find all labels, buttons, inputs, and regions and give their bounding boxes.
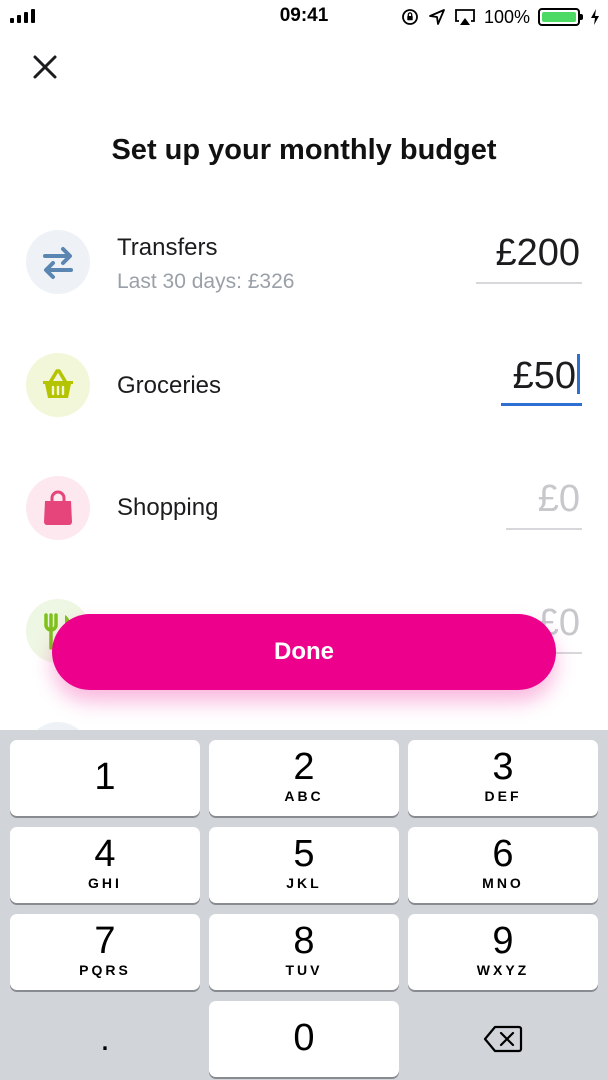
amount-underline-active <box>501 403 582 406</box>
shopping-icon-circle <box>26 476 90 540</box>
key-digit: 0 <box>293 1017 315 1059</box>
key-7[interactable]: 7 PQRS <box>10 914 200 990</box>
key-4[interactable]: 4 GHI <box>10 827 200 903</box>
key-digit: 8 <box>293 920 315 962</box>
shopping-bag-icon <box>44 490 72 525</box>
key-letters: MNO <box>482 875 524 891</box>
budget-row-groceries[interactable]: Groceries £50 <box>0 340 608 430</box>
groceries-icon-circle <box>26 353 90 417</box>
key-5[interactable]: 5 JKL <box>209 827 399 903</box>
key-letters: TUV <box>285 962 323 978</box>
key-digit: 3 <box>492 746 514 788</box>
basket-icon <box>43 369 73 398</box>
key-3[interactable]: 3 DEF <box>408 740 598 816</box>
amount-underline <box>506 528 582 530</box>
backspace-key[interactable] <box>408 1001 598 1077</box>
battery-icon <box>538 8 583 26</box>
key-letters: JKL <box>286 875 322 891</box>
key-letters: WXYZ <box>476 962 530 978</box>
key-digit: 4 <box>94 833 116 875</box>
key-digit: 7 <box>94 920 116 962</box>
close-button[interactable] <box>28 50 62 84</box>
battery-percent: 100% <box>483 6 530 27</box>
page-title: Set up your monthly budget <box>111 134 497 166</box>
transfers-icon-circle <box>26 230 90 294</box>
key-6[interactable]: 6 MNO <box>408 827 598 903</box>
text-cursor <box>577 354 580 394</box>
charging-icon <box>590 8 600 26</box>
key-digit: 2 <box>293 746 315 788</box>
amount-underline <box>476 282 582 284</box>
category-name: Groceries <box>117 372 222 399</box>
category-last-30-days: Last 30 days: £326 <box>117 270 295 293</box>
close-icon <box>33 55 57 79</box>
key-decimal[interactable]: . <box>10 1001 200 1077</box>
budget-row-transfers[interactable]: Transfers Last 30 days: £326 £200 <box>0 218 608 308</box>
backspace-icon <box>483 1025 523 1053</box>
budget-amount-input[interactable]: £200 <box>495 232 580 275</box>
key-0[interactable]: 0 <box>209 1001 399 1077</box>
key-8[interactable]: 8 TUV <box>209 914 399 990</box>
amount-value: £50 <box>512 355 576 397</box>
key-digit: 1 <box>94 756 116 798</box>
key-digit: 9 <box>492 920 514 962</box>
orientation-lock-icon <box>400 7 420 27</box>
key-letters: DEF <box>484 788 522 804</box>
budget-amount-input-active[interactable]: £50 <box>513 354 580 398</box>
budget-row-shopping[interactable]: Shopping £0 <box>0 462 608 552</box>
key-letters: GHI <box>88 875 122 891</box>
category-name: Shopping <box>117 494 219 521</box>
category-name: Transfers <box>117 234 218 261</box>
key-digit: 6 <box>492 833 514 875</box>
location-icon <box>428 8 446 26</box>
key-9[interactable]: 9 WXYZ <box>408 914 598 990</box>
airplay-icon <box>454 8 476 26</box>
key-digit: 5 <box>293 833 315 875</box>
key-decimal-label: . <box>100 1019 110 1058</box>
transfer-arrows-icon <box>43 247 73 279</box>
key-2[interactable]: 2 ABC <box>209 740 399 816</box>
key-letters: PQRS <box>79 962 131 978</box>
status-bar: 09:41 100% <box>0 0 608 34</box>
key-letters: ABC <box>284 788 324 804</box>
key-1[interactable]: 1 <box>10 740 200 816</box>
done-button[interactable]: Done <box>52 614 556 690</box>
numeric-keypad: 1 2 ABC 3 DEF 4 GHI 5 JKL 6 MNO 7 PQRS 8… <box>0 730 608 1080</box>
budget-amount-input[interactable]: £0 <box>538 478 580 521</box>
